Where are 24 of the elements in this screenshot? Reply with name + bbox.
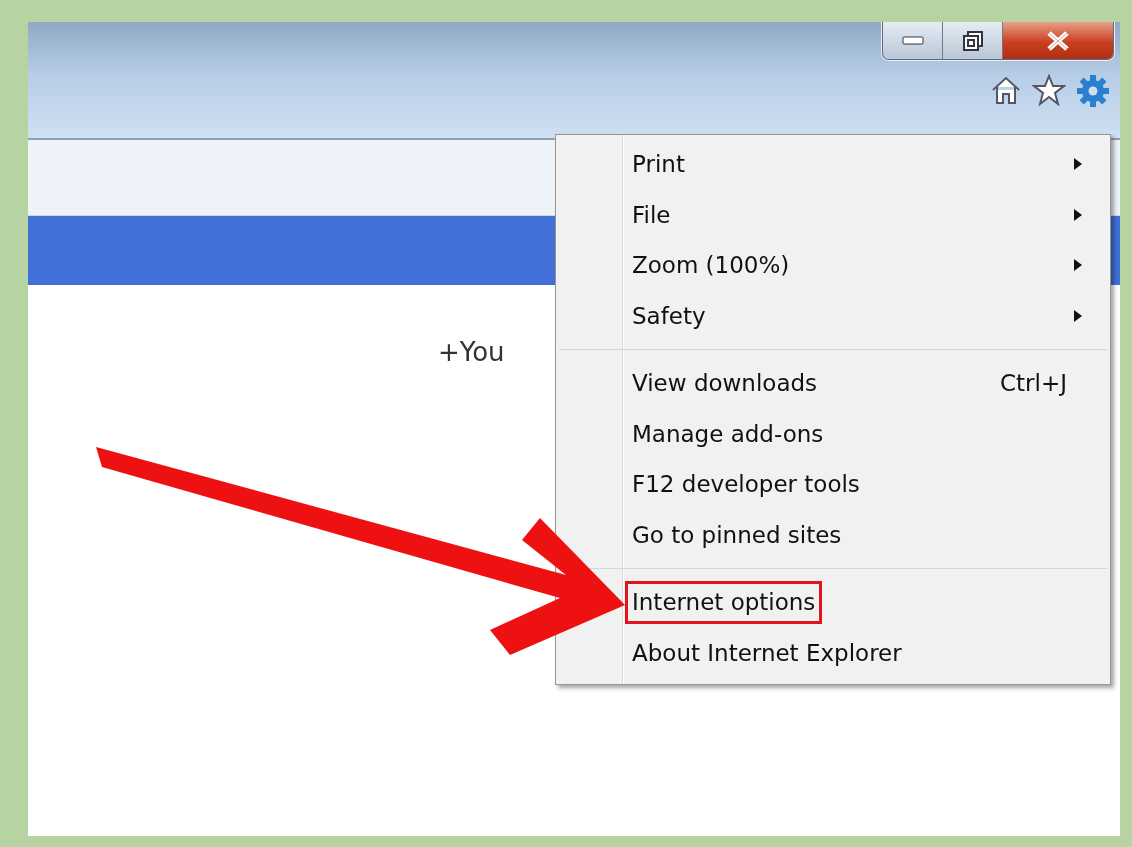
minimize-button[interactable] [883,22,943,59]
submenu-arrow-icon [1073,308,1083,323]
restore-icon [961,29,984,52]
menu-item[interactable]: File [625,193,678,236]
restore-button[interactable] [943,22,1003,59]
menu-item[interactable]: Internet options [625,581,823,624]
menu-item[interactable]: View downloads [625,362,825,405]
shortcut-text: Ctrl+J [1000,369,1067,398]
settings-icon[interactable] [1076,74,1110,108]
profile-link[interactable]: +You [438,333,505,372]
submenu-arrow-icon [1073,258,1083,273]
submenu-arrow-icon [1073,157,1083,172]
minimize-icon [901,35,924,46]
submenu-arrow-icon [1073,207,1083,222]
star-icon[interactable] [1032,74,1066,108]
menu-item[interactable]: About Internet Explorer [625,631,909,674]
menu-item[interactable]: Zoom (100%) [625,244,797,287]
menu-item[interactable]: Print [625,143,692,186]
menu-item[interactable]: Manage add-ons [625,412,831,455]
menu-item[interactable]: Safety [625,294,713,337]
menu-item[interactable]: F12 developer tools [625,463,867,506]
close-icon [1045,30,1071,51]
menu-item[interactable]: Go to pinned sites [625,513,849,556]
close-button[interactable] [1003,22,1113,59]
